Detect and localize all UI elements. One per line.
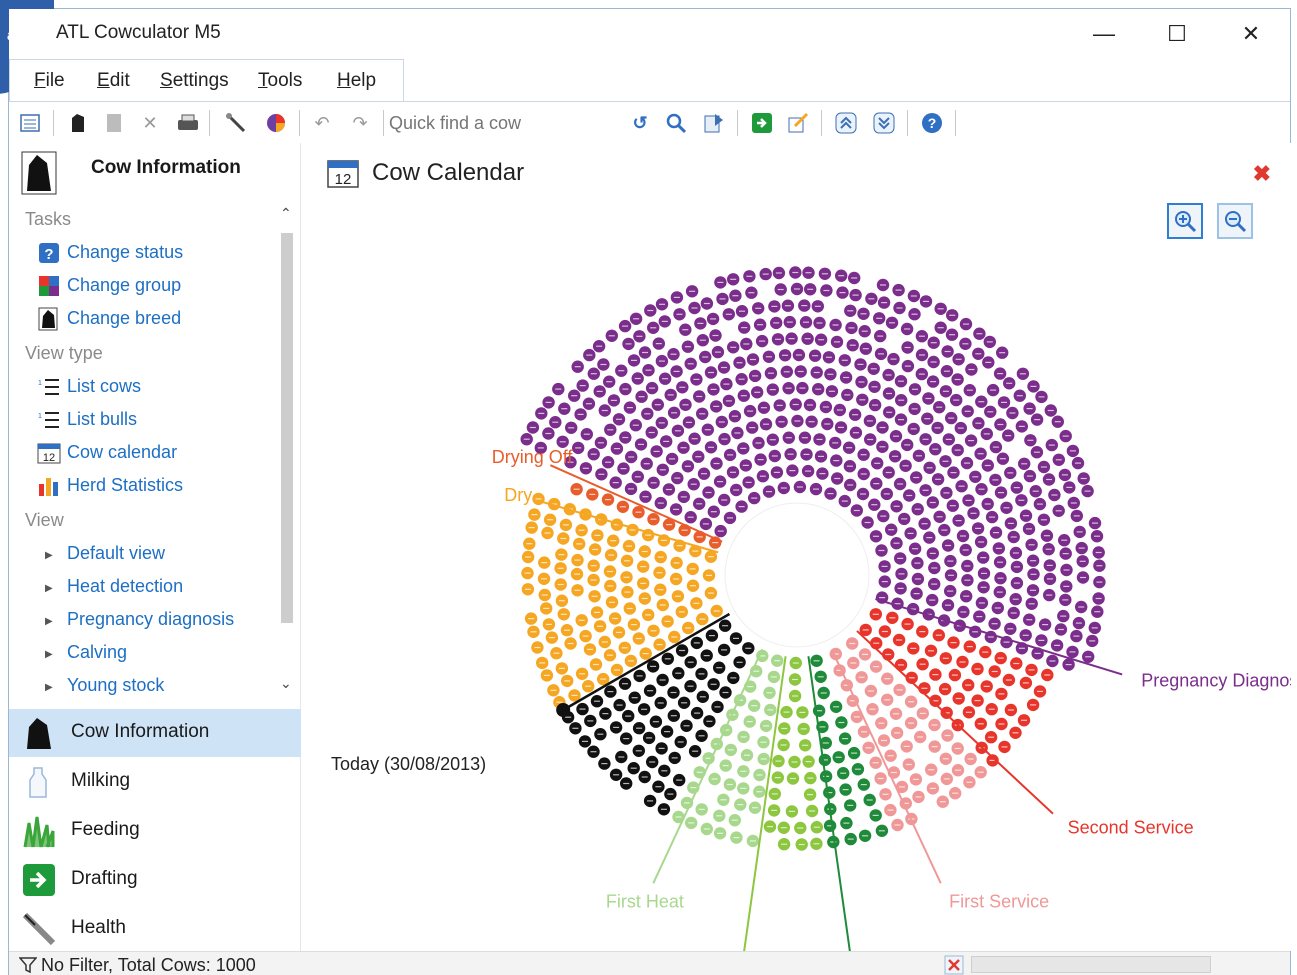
scroll-down-icon[interactable]: ⌄ (280, 675, 292, 692)
task-change-status[interactable]: Change status (67, 242, 183, 263)
grass-icon (23, 816, 55, 848)
chart-icon[interactable] (263, 110, 289, 136)
cow-icon (27, 718, 51, 749)
nav-feeding[interactable]: Feeding (9, 807, 301, 855)
minimize-button[interactable]: — (1084, 17, 1124, 51)
menu-bar: File Edit Settings Tools Help (9, 59, 404, 101)
redo-icon[interactable]: ↷ (347, 110, 373, 136)
title-bar: ATL Cowculator M5 — ☐ ✕ (9, 9, 1290, 59)
syringe-icon (22, 912, 56, 946)
edit-icon[interactable] (785, 110, 811, 136)
help-icon[interactable]: ? (919, 110, 945, 136)
calendar-icon: 12 (37, 443, 61, 464)
scroll-up-icon[interactable]: ⌃ (280, 205, 292, 222)
sidebar-header: Cow Information (9, 143, 301, 199)
view-type-list-cows[interactable]: List cows (67, 376, 141, 397)
milk-bottle-icon (29, 767, 47, 798)
stage-label: First Heat (606, 891, 684, 911)
settings-icon[interactable] (223, 110, 249, 136)
collapse-up-icon[interactable] (833, 110, 859, 136)
svg-text:12: 12 (43, 452, 55, 464)
view-type-cow-calendar[interactable]: Cow calendar (67, 442, 177, 463)
today-marker-dot (556, 703, 571, 717)
document-icon[interactable] (101, 110, 127, 136)
menu-tools[interactable]: Tools (258, 70, 302, 92)
svg-text:?: ? (44, 246, 53, 263)
view-heat-detection[interactable]: Heat detection (67, 576, 183, 597)
chevron-right-icon: ▶ (45, 649, 53, 660)
status-error-icon[interactable] (944, 955, 964, 975)
view-type-section-label: View type (25, 343, 103, 363)
undo-icon[interactable]: ↶ (309, 110, 335, 136)
chevron-right-icon: ▶ (45, 682, 53, 693)
expand-down-icon[interactable] (871, 110, 897, 136)
view-section-label: View (25, 510, 64, 530)
sidebar-scrollbar[interactable]: ⌃ ⌄ (277, 205, 297, 697)
nav-cow-information[interactable]: Cow Information (9, 709, 301, 757)
stage-marker-line (743, 656, 787, 951)
svg-text:?: ? (928, 115, 937, 131)
export-icon[interactable] (701, 110, 727, 136)
maximize-button[interactable]: ☐ (1157, 17, 1197, 51)
scrollbar-thumb[interactable] (281, 233, 293, 623)
progress-bar (971, 956, 1211, 973)
stage-label: Dry (504, 485, 532, 505)
app-title: ATL Cowculator M5 (56, 22, 221, 43)
herd-statistics-icon (39, 478, 58, 496)
svg-text:1: 1 (38, 413, 42, 420)
view-type-herd-statistics[interactable]: Herd Statistics (67, 475, 183, 496)
drafting-icon[interactable] (749, 110, 775, 136)
cow-calendar-panel: 12 Cow Calendar ✖ Drying Off Dry Pregnancy… (309, 143, 1291, 951)
view-young-stock[interactable]: Young stock (67, 675, 164, 696)
nav-health[interactable]: Health (9, 905, 301, 953)
view-pregnancy-diagnosis[interactable]: Pregnancy diagnosis (67, 609, 234, 630)
stage-label: Pregnancy Diagnosis (1141, 670, 1291, 690)
chevron-right-icon: ▶ (45, 616, 53, 627)
menu-file[interactable]: File (34, 70, 65, 92)
print-icon[interactable] (175, 110, 201, 136)
menu-settings[interactable]: Settings (160, 70, 229, 92)
cow-icon[interactable] (65, 110, 91, 136)
today-label: Today (30/08/2013) (331, 754, 486, 774)
stage-label: Drying Off (492, 447, 574, 467)
stage-label: First Service (949, 891, 1049, 911)
list-view-icon[interactable] (17, 110, 43, 136)
menu-help[interactable]: Help (337, 70, 376, 92)
cow-calendar-chart[interactable]: Drying Off Dry Pregnancy Diagnosis Second S… (309, 143, 1291, 951)
status-text: No Filter, Total Cows: 1000 (41, 955, 256, 975)
chevron-right-icon: ▶ (45, 550, 53, 561)
delete-icon[interactable]: ✕ (137, 110, 163, 136)
nav-drafting[interactable]: Drafting (9, 856, 301, 904)
cow-information-icon (21, 151, 57, 195)
view-default[interactable]: Default view (67, 543, 165, 564)
app-window: ar ATL Cowculator M5 — ☐ ✕ File Edit Set… (0, 0, 1291, 975)
sidebar-header-title: Cow Information (91, 157, 241, 178)
toolbar: ✕ ↶ ↷ ↺ ? (9, 101, 1290, 143)
filter-icon (19, 957, 37, 974)
task-change-breed[interactable]: Change breed (67, 308, 181, 329)
change-breed-icon (38, 307, 58, 331)
tasks-section-label: Tasks (25, 209, 72, 229)
svg-text:1: 1 (38, 380, 42, 387)
refresh-icon[interactable]: ↺ (627, 110, 653, 136)
sidebar: Cow Information Tasks ? Change status Ch… (9, 143, 301, 951)
change-group-icon (39, 276, 59, 296)
nav-milking[interactable]: Milking (9, 758, 301, 806)
drafting-gate-icon (23, 864, 55, 896)
stage-label: Second Service (1068, 817, 1194, 837)
quick-find-input[interactable] (389, 108, 619, 138)
list-cows-icon: 1 (38, 379, 59, 395)
list-bulls-icon: 1 (38, 412, 59, 428)
search-icon[interactable] (663, 110, 689, 136)
view-type-list-bulls[interactable]: List bulls (67, 409, 137, 430)
chevron-right-icon: ▶ (45, 583, 53, 594)
change-status-icon: ? (39, 243, 59, 263)
task-change-group[interactable]: Change group (67, 275, 181, 296)
menu-edit[interactable]: Edit (97, 70, 130, 92)
view-calving[interactable]: Calving (67, 642, 127, 663)
close-window-button[interactable]: ✕ (1231, 17, 1271, 51)
chart-center (724, 502, 870, 648)
status-bar: No Filter, Total Cows: 1000 (9, 951, 1290, 975)
